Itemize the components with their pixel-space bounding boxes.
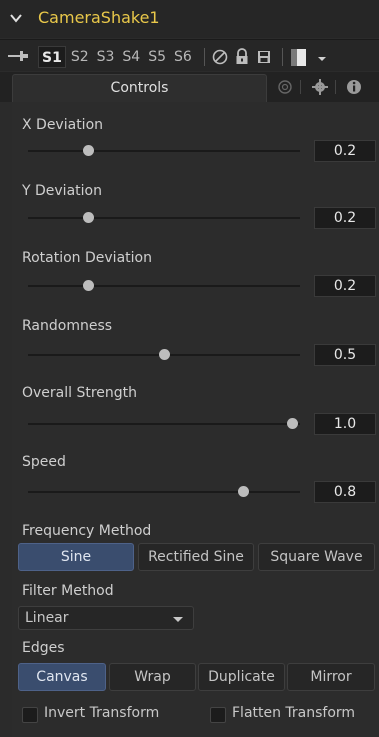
slot-s2[interactable]: S2 (68, 46, 92, 68)
slider-knob[interactable] (82, 145, 94, 156)
speed-label: Speed (22, 454, 66, 470)
x-deviation-label: X Deviation (22, 117, 104, 133)
slot-s1[interactable]: S1 (38, 46, 66, 68)
filter-method-value: Linear (25, 610, 69, 626)
randomness-slider[interactable] (28, 349, 300, 361)
edges-mirror-button[interactable]: Mirror (287, 663, 375, 691)
invert-transform-label: Invert Transform (44, 705, 160, 721)
save-icon[interactable] (254, 47, 274, 67)
slider-track (28, 150, 300, 152)
gear-icon[interactable] (311, 78, 329, 96)
frequency-rectified-sine-button[interactable]: Rectified Sine (138, 543, 254, 571)
pin-icon[interactable] (6, 49, 30, 63)
edges-label: Edges (22, 640, 65, 656)
color-swatch-icon[interactable] (288, 47, 316, 67)
node-title: CameraShake1 (38, 8, 160, 27)
flatten-transform-checkbox[interactable] (210, 707, 226, 723)
node-header: CameraShake1 (0, 0, 379, 38)
overall-strength-label: Overall Strength (22, 385, 138, 401)
slot-s5[interactable]: S5 (145, 46, 169, 68)
x-deviation-value[interactable]: 0.2 (314, 140, 376, 162)
tab-divider (300, 80, 301, 94)
overall-strength-slider[interactable] (28, 418, 300, 430)
slider-knob[interactable] (82, 212, 94, 223)
rotation-deviation-slider[interactable] (28, 280, 300, 292)
edges-duplicate-button[interactable]: Duplicate (198, 663, 285, 691)
speed-slider[interactable] (28, 486, 300, 498)
x-deviation-slider[interactable] (28, 145, 300, 157)
filter-method-label: Filter Method (22, 583, 114, 599)
frequency-method-label: Frequency Method (22, 523, 152, 539)
lock-icon[interactable] (232, 47, 252, 67)
slider-knob[interactable] (82, 280, 94, 291)
chevron-down-icon[interactable] (8, 10, 24, 26)
filter-method-dropdown[interactable]: Linear (18, 606, 194, 630)
slot-s4[interactable]: S4 (119, 46, 143, 68)
frequency-square-wave-button[interactable]: Square Wave (258, 543, 375, 571)
rotation-deviation-label: Rotation Deviation (22, 250, 152, 266)
invert-transform-checkbox[interactable] (22, 707, 38, 723)
version-slots: S1 S2 S3 S4 S5 S6 (38, 46, 197, 68)
y-deviation-slider[interactable] (28, 212, 300, 224)
randomness-label: Randomness (22, 318, 113, 334)
tab-divider (335, 80, 336, 94)
slider-knob[interactable] (286, 418, 298, 429)
rotation-deviation-value[interactable]: 0.2 (314, 275, 376, 297)
inspector-tabs: Controls (0, 72, 379, 102)
disable-icon[interactable] (210, 47, 230, 67)
toolbar: S1 S2 S3 S4 S5 S6 (0, 39, 379, 71)
edges-wrap-button[interactable]: Wrap (109, 663, 196, 691)
toolbar-divider (204, 48, 205, 66)
randomness-value[interactable]: 0.5 (314, 344, 376, 366)
speed-value[interactable]: 0.8 (314, 481, 376, 503)
edges-canvas-button[interactable]: Canvas (18, 663, 106, 691)
slot-s6[interactable]: S6 (171, 46, 195, 68)
modifier-icon[interactable] (276, 78, 294, 96)
flatten-transform-label: Flatten Transform (232, 705, 356, 721)
frequency-sine-button[interactable]: Sine (18, 543, 134, 571)
y-deviation-value[interactable]: 0.2 (314, 207, 376, 229)
slider-knob[interactable] (237, 486, 249, 497)
info-icon[interactable] (345, 78, 363, 96)
slider-track (28, 423, 300, 425)
slider-track (28, 491, 300, 493)
toolbar-divider (282, 48, 283, 66)
dropdown-arrow-icon[interactable] (316, 47, 328, 67)
overall-strength-value[interactable]: 1.0 (314, 413, 376, 435)
slider-track (28, 285, 300, 287)
slider-knob[interactable] (159, 349, 170, 360)
y-deviation-label: Y Deviation (22, 183, 102, 199)
dropdown-arrow-icon (173, 617, 183, 622)
slider-track (28, 217, 300, 219)
slot-s3[interactable]: S3 (94, 46, 118, 68)
tab-controls[interactable]: Controls (12, 74, 267, 102)
